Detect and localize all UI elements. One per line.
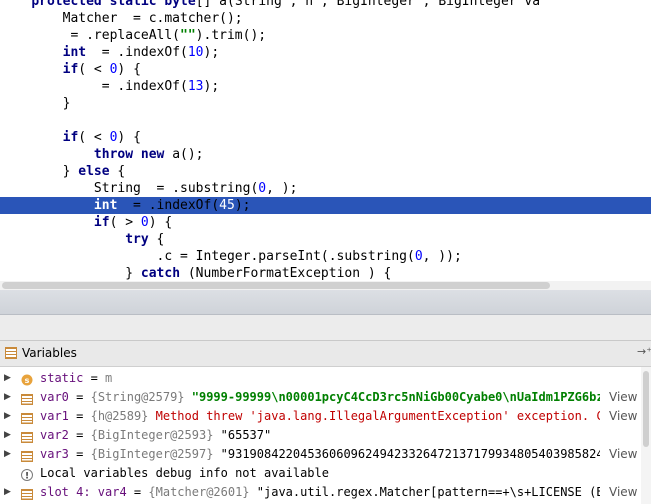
expand-arrow-icon[interactable]: ▶ <box>4 426 11 445</box>
code-line[interactable]: = .indexOf(13); <box>0 78 651 95</box>
arrow-collapse-icon[interactable]: →⁺ <box>637 345 651 358</box>
variable-value: m <box>105 371 113 385</box>
current-execution-line[interactable]: int = .indexOf(45); <box>0 197 651 214</box>
field-icon <box>21 487 33 500</box>
code-line[interactable]: if( > 0) { <box>0 214 651 231</box>
expand-arrow-icon[interactable]: ▶ <box>4 369 11 388</box>
warning-icon: ! <box>21 468 33 482</box>
code-line[interactable] <box>0 112 651 129</box>
variable-row[interactable]: ▶ s static = m <box>0 369 641 388</box>
variable-value: "931908422045360609624942332647213717993… <box>220 447 600 461</box>
variables-icon <box>5 347 17 359</box>
variable-name: var0 <box>40 390 69 404</box>
variable-type: {String@2579} <box>90 390 192 404</box>
svg-text:!: ! <box>25 472 29 482</box>
view-link[interactable]: View <box>609 407 637 426</box>
expand-arrow-icon[interactable]: ▶ <box>4 445 11 464</box>
variable-row[interactable]: ▶ slot 4: var4 = {Matcher@2601} "java.uti… <box>0 483 641 502</box>
variable-type: {BigInteger@2593} <box>90 428 221 442</box>
variable-row[interactable]: ▶ var3 = {BigInteger@2597} "9319084220453… <box>0 445 641 464</box>
variable-name: var1 <box>40 409 69 423</box>
code-line[interactable]: } <box>0 95 651 112</box>
variable-value: "65537" <box>220 428 272 442</box>
debug-splitter-bar[interactable] <box>0 290 651 315</box>
debug-frames-strip <box>0 315 651 341</box>
variables-tree[interactable]: ▶ s static = m ▶ var0 = {String@2579} "9999-… <box>0 367 641 504</box>
code-line[interactable]: = .replaceAll("").trim(); <box>0 27 651 44</box>
variable-row[interactable]: ▶ var1 = {h@2589} Method threw 'java.lang… <box>0 407 641 426</box>
variable-text: slot 4: var4 = {Matcher@2601} "java.util… <box>40 483 600 502</box>
variable-text: var0 = {String@2579} "9999-99999\n00001p… <box>40 388 600 407</box>
variable-text: var1 = {h@2589} Method threw 'java.lang.… <box>40 407 600 426</box>
code-line[interactable]: int = .indexOf(10); <box>0 44 651 61</box>
field-icon <box>21 411 33 424</box>
view-link[interactable]: View <box>609 445 637 464</box>
code-line[interactable]: protected static byte[] a(String , h , B… <box>0 0 651 10</box>
variable-text: var3 = {BigInteger@2597} "93190842204536… <box>40 445 600 464</box>
variable-name: static <box>40 371 84 385</box>
variables-panel-title: Variables <box>22 346 77 360</box>
variable-name: slot 4: var4 <box>40 485 127 499</box>
svg-text:s: s <box>25 376 30 385</box>
code-line[interactable]: if( < 0) { <box>0 61 651 78</box>
variable-text: static = m <box>40 371 113 385</box>
code-line[interactable]: try { <box>0 231 651 248</box>
field-icon <box>21 449 33 462</box>
variable-name: var2 <box>40 428 69 442</box>
code-line[interactable]: Matcher = c.matcher(); <box>0 10 651 27</box>
variable-type: {BigInteger@2597} <box>90 447 221 461</box>
variable-value: Local variables debug info not available <box>40 466 329 480</box>
expand-arrow-icon[interactable]: ▶ <box>4 483 11 502</box>
code-line[interactable]: .c = Integer.parseInt(.substring(0, )); <box>0 248 651 265</box>
code-line[interactable]: } catch (NumberFormatException ) { <box>0 265 651 282</box>
code-editor[interactable]: protected static byte[] a(String , h , B… <box>0 0 651 288</box>
variable-row[interactable]: ▶ var2 = {BigInteger@2593} "65537" <box>0 426 641 445</box>
variable-value: "9999-99999\n00001pcyC4CcD3rc5nNiGb00Cya… <box>191 390 600 404</box>
code-line[interactable]: throw new a(); <box>0 146 651 163</box>
code-line[interactable]: } else { <box>0 163 651 180</box>
editor-horizontal-scrollbar[interactable] <box>0 281 651 290</box>
variable-type: {Matcher@2601} <box>148 485 257 499</box>
variables-scrollbar-thumb[interactable] <box>643 371 649 447</box>
expand-arrow-icon[interactable]: ▶ <box>4 407 11 426</box>
variable-name: var3 <box>40 447 69 461</box>
field-icon <box>21 392 33 405</box>
code-line[interactable]: if( < 0) { <box>0 129 651 146</box>
variable-type: {h@2589} <box>90 409 156 423</box>
variable-row[interactable]: ▶ var0 = {String@2579} "9999-99999\n00001… <box>0 388 641 407</box>
expand-arrow-icon[interactable]: ▶ <box>4 388 11 407</box>
view-link[interactable]: View <box>609 388 637 407</box>
variable-row[interactable]: ! Local variables debug info not availabl… <box>0 464 641 483</box>
variables-panel-header: Variables →⁺ <box>0 341 651 367</box>
code-line[interactable]: String = .substring(0, ); <box>0 180 651 197</box>
variable-text: var2 = {BigInteger@2593} "65537" <box>40 428 272 442</box>
field-icon <box>21 430 33 443</box>
editor-scrollbar-thumb[interactable] <box>2 282 550 289</box>
variable-value: "java.util.regex.Matcher[pattern==+\s+LI… <box>256 485 600 499</box>
variable-value: Method threw 'java.lang.IllegalArgumentE… <box>155 409 600 423</box>
view-link[interactable]: View <box>609 483 637 502</box>
variables-vertical-scrollbar[interactable] <box>641 367 651 504</box>
variable-text: Local variables debug info not available <box>40 464 600 483</box>
static-icon: s <box>21 373 33 386</box>
